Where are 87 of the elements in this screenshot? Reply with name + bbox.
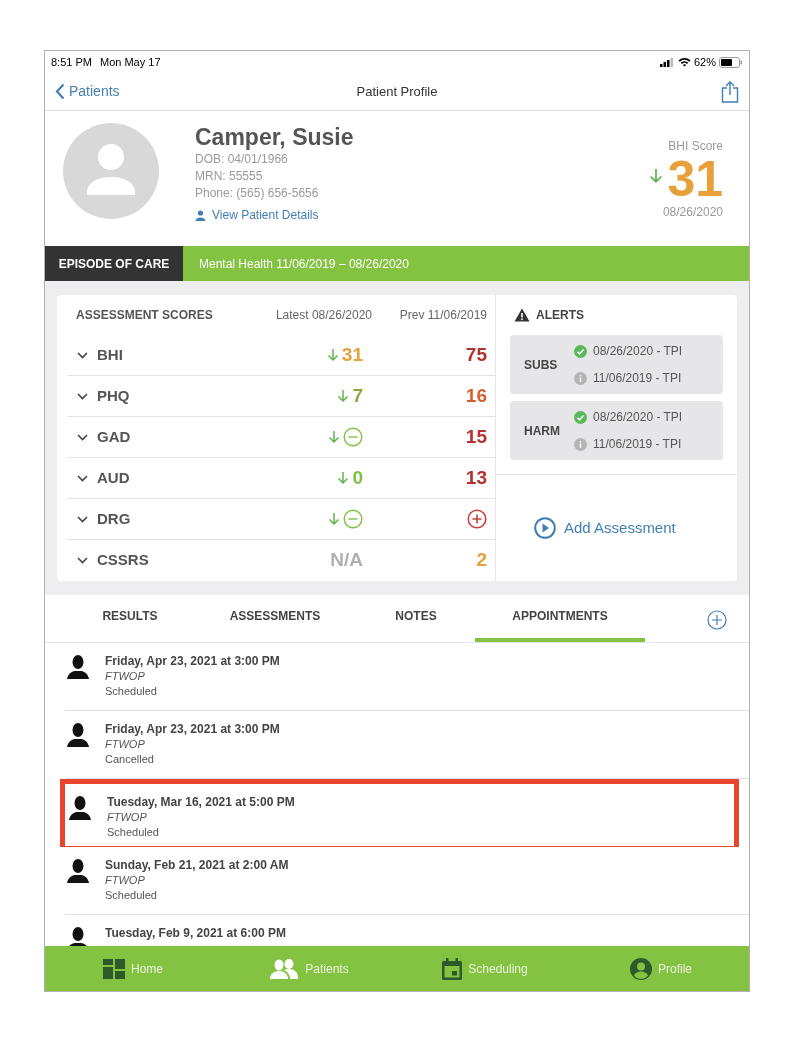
column-header: ASSESSMENT SCORES xyxy=(76,307,214,324)
column-header: Latest 08/26/2020 xyxy=(274,307,372,324)
back-button[interactable]: Patients xyxy=(55,81,120,102)
bhi-score-date: 08/26/2020 xyxy=(662,204,723,221)
nav-title: Patient Profile xyxy=(356,82,438,101)
wifi-icon xyxy=(677,57,691,67)
add-assessment-button[interactable]: Add Assessment xyxy=(534,516,676,540)
bhi-score-label: BHI Score xyxy=(668,138,723,155)
score-name: BHI xyxy=(97,344,124,365)
episode-label: EPISODE OF CARE xyxy=(45,246,183,281)
score-name: PHQ xyxy=(97,385,131,406)
alert-entry: 08/26/2020 - TPI xyxy=(593,343,683,360)
alert-label: SUBS xyxy=(524,356,559,374)
status-date: Mon May 17 xyxy=(99,54,161,70)
patient-mrn: MRN: 55555 xyxy=(195,168,264,185)
alerts-title: ALERTS xyxy=(536,307,584,324)
latest-score: 31 xyxy=(341,342,363,367)
chevron-icon[interactable] xyxy=(76,557,88,564)
patient-dob: DOB: 04/01/1966 xyxy=(195,151,289,168)
score-name: AUD xyxy=(97,467,131,488)
appointment-datetime: Tuesday, Mar 16, 2021 at 5:00 PM xyxy=(107,794,295,810)
check-circle-icon xyxy=(574,344,587,358)
person-icon xyxy=(69,796,91,820)
add-icon[interactable] xyxy=(707,610,727,630)
appointment-type: FTWOP xyxy=(105,669,146,684)
tab[interactable]: ASSESSMENTS xyxy=(193,594,357,642)
bhi-score-value: 31 xyxy=(667,155,723,203)
play-icon[interactable] xyxy=(534,517,556,539)
person-icon xyxy=(67,859,89,883)
score-name: CSSRS xyxy=(97,550,150,571)
appointment-type: FTWOP xyxy=(107,810,148,825)
tab[interactable]: NOTES xyxy=(357,594,475,642)
appointment-status: Cancelled xyxy=(105,752,155,767)
tab[interactable]: APPOINTMENTS xyxy=(475,594,645,642)
score-name: GAD xyxy=(97,426,132,447)
latest-score: N/A xyxy=(330,548,363,573)
person-icon xyxy=(67,655,89,679)
appointment-status: Scheduled xyxy=(107,825,160,840)
signal-icon xyxy=(659,57,674,67)
appointment-status: Scheduled xyxy=(105,888,158,903)
person-icon xyxy=(67,723,89,747)
battery-percent: 62% xyxy=(693,54,716,70)
latest-score: 7 xyxy=(352,383,363,408)
alert-entry: 11/06/2019 - TPI xyxy=(593,370,682,387)
check-circle-icon xyxy=(574,410,587,424)
appointment-datetime: Sunday, Feb 21, 2021 at 2:00 AM xyxy=(105,857,289,873)
appointment-datetime: Tuesday, Feb 9, 2021 at 6:00 PM xyxy=(105,925,286,941)
prev-score: 2 xyxy=(476,548,487,573)
latest-score: 0 xyxy=(352,465,363,490)
person-icon xyxy=(67,927,89,946)
chevron-icon[interactable] xyxy=(76,515,88,523)
prev-score: 75 xyxy=(465,342,487,367)
tab[interactable]: RESULTS xyxy=(67,594,193,642)
appointment-status: Scheduled xyxy=(105,684,158,699)
chevron-icon[interactable] xyxy=(76,351,88,359)
share-icon[interactable] xyxy=(721,80,739,103)
back-chevron-icon[interactable] xyxy=(55,83,65,100)
column-header: Prev 11/06/2019 xyxy=(398,307,487,324)
prev-score: 13 xyxy=(465,465,487,490)
warning-icon xyxy=(514,308,530,322)
avatar-icon xyxy=(63,123,159,219)
profile-icon xyxy=(630,957,652,980)
episode-dates: Mental Health 11/06/2019 – 08/26/2020 xyxy=(198,255,409,273)
prev-score: 16 xyxy=(465,383,487,408)
status-time: 8:51 PM xyxy=(51,54,92,70)
chevron-icon[interactable] xyxy=(76,392,88,400)
alert-entry: 11/06/2019 - TPI xyxy=(593,436,682,453)
view-details-link[interactable]: View Patient Details xyxy=(212,206,319,224)
appointment-datetime: Friday, Apr 23, 2021 at 3:00 PM xyxy=(105,653,280,669)
patient-name: Camper, Susie xyxy=(195,123,354,151)
alert-label: HARM xyxy=(524,422,561,440)
score-name: DRG xyxy=(97,508,132,529)
info-icon xyxy=(574,437,587,451)
grid-icon xyxy=(103,958,125,979)
prev-score: 15 xyxy=(465,424,487,449)
battery-icon xyxy=(719,56,743,68)
person-icon xyxy=(195,209,206,221)
people-icon xyxy=(269,958,300,979)
alert-entry: 08/26/2020 - TPI xyxy=(593,409,683,426)
appointment-type: FTWOP xyxy=(105,737,146,752)
chevron-icon[interactable] xyxy=(76,474,88,482)
info-icon xyxy=(574,371,587,385)
appointment-type: FTWOP xyxy=(105,873,146,888)
appointment-datetime: Friday, Apr 23, 2021 at 3:00 PM xyxy=(105,721,280,737)
calendar-icon xyxy=(442,957,463,980)
patient-phone: Phone: (565) 656-5656 xyxy=(195,185,320,202)
chevron-icon[interactable] xyxy=(76,433,88,441)
